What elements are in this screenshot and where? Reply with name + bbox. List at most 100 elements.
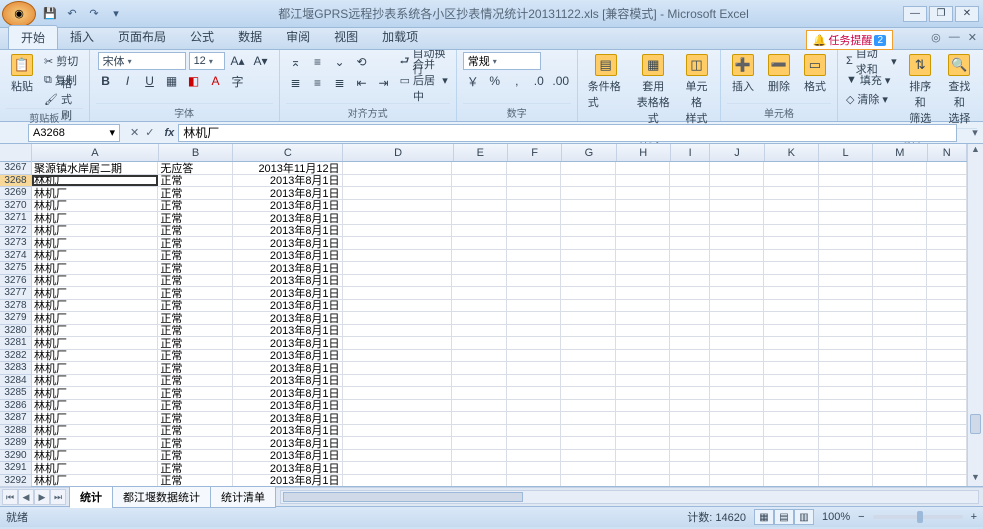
row-header[interactable]: 3268	[0, 175, 31, 188]
cell[interactable]	[507, 462, 561, 474]
qat-more-icon[interactable]: ▾	[108, 6, 124, 22]
cell[interactable]	[927, 225, 967, 237]
ribbon-tab-加载项[interactable]: 加载项	[370, 25, 430, 49]
cell[interactable]	[452, 287, 506, 299]
cell[interactable]: 正常	[158, 287, 232, 299]
cell[interactable]	[927, 175, 967, 187]
cell[interactable]: 2013年8月1日	[233, 225, 343, 237]
cell[interactable]	[710, 275, 764, 287]
cell[interactable]: 2013年8月1日	[233, 412, 343, 424]
cell[interactable]	[764, 262, 818, 274]
column-header-D[interactable]: D	[343, 144, 453, 161]
cell[interactable]	[873, 387, 927, 399]
scroll-down-icon[interactable]: ▼	[968, 472, 983, 486]
cell[interactable]	[343, 337, 453, 349]
cell[interactable]	[819, 212, 873, 224]
row-header[interactable]: 3280	[0, 325, 31, 338]
cell[interactable]	[561, 225, 615, 237]
row-header[interactable]: 3271	[0, 212, 31, 225]
insert-cells-button[interactable]: ➕插入	[727, 52, 759, 96]
cell[interactable]	[616, 400, 670, 412]
cell[interactable]	[819, 275, 873, 287]
cell[interactable]	[507, 225, 561, 237]
cell[interactable]	[764, 200, 818, 212]
column-header-A[interactable]: A	[32, 144, 159, 161]
ribbon-close-icon[interactable]: ✕	[968, 31, 977, 44]
cell[interactable]	[927, 237, 967, 249]
cell[interactable]	[710, 475, 764, 487]
row-header[interactable]: 3267	[0, 162, 31, 175]
cell[interactable]: 2013年8月1日	[233, 387, 343, 399]
cell[interactable]: 正常	[158, 362, 232, 374]
cell[interactable]: 林机厂	[32, 400, 158, 412]
cell[interactable]	[343, 175, 453, 187]
cell[interactable]: 2013年8月1日	[233, 237, 343, 249]
cell[interactable]	[873, 225, 927, 237]
cell[interactable]	[819, 412, 873, 424]
cell[interactable]	[343, 412, 453, 424]
vertical-scrollbar[interactable]: ▲ ▼	[967, 144, 983, 486]
cell[interactable]: 林机厂	[32, 300, 158, 312]
cell[interactable]	[616, 350, 670, 362]
align-left-button[interactable]: ≣	[286, 73, 306, 93]
row-header[interactable]: 3289	[0, 437, 31, 450]
cell[interactable]	[452, 225, 506, 237]
cell[interactable]	[616, 462, 670, 474]
cell[interactable]: 2013年8月1日	[233, 287, 343, 299]
cell[interactable]	[927, 337, 967, 349]
sheet-tab[interactable]: 都江堰数据统计	[112, 486, 211, 508]
expand-formula-bar-icon[interactable]: ▾	[967, 126, 983, 139]
cell[interactable]	[343, 350, 453, 362]
cell[interactable]	[819, 437, 873, 449]
ribbon-minimize-icon[interactable]: —	[949, 31, 960, 44]
cell[interactable]	[616, 437, 670, 449]
column-header-H[interactable]: H	[617, 144, 671, 161]
cell[interactable]: 2013年8月1日	[233, 312, 343, 324]
align-middle-button[interactable]: ≡	[308, 52, 328, 72]
cell[interactable]	[561, 400, 615, 412]
row-header[interactable]: 3292	[0, 475, 31, 488]
cell[interactable]	[452, 387, 506, 399]
cell[interactable]: 林机厂	[32, 275, 158, 287]
cell[interactable]	[616, 425, 670, 437]
cell[interactable]: 正常	[158, 262, 232, 274]
column-header-F[interactable]: F	[508, 144, 562, 161]
cell[interactable]	[710, 237, 764, 249]
cell[interactable]	[927, 262, 967, 274]
cell[interactable]: 2013年8月1日	[233, 437, 343, 449]
phonetic-button[interactable]: 字	[228, 71, 248, 91]
cell[interactable]	[452, 425, 506, 437]
row-header[interactable]: 3282	[0, 350, 31, 363]
cell[interactable]	[616, 212, 670, 224]
cell[interactable]	[343, 200, 453, 212]
cell[interactable]	[764, 212, 818, 224]
cell[interactable]	[561, 312, 615, 324]
cell[interactable]	[670, 350, 710, 362]
cell[interactable]	[343, 375, 453, 387]
cell[interactable]	[927, 412, 967, 424]
cell[interactable]	[507, 337, 561, 349]
cell[interactable]	[670, 175, 710, 187]
cell[interactable]	[670, 250, 710, 262]
column-header-L[interactable]: L	[819, 144, 873, 161]
cell[interactable]	[561, 325, 615, 337]
cell[interactable]	[452, 400, 506, 412]
border-button[interactable]: ▦	[162, 71, 182, 91]
cell[interactable]: 2013年8月1日	[233, 350, 343, 362]
cell[interactable]	[452, 262, 506, 274]
column-header-N[interactable]: N	[928, 144, 967, 161]
cell[interactable]: 2013年8月1日	[233, 212, 343, 224]
cell[interactable]: 林机厂	[32, 337, 158, 349]
cell[interactable]: 2013年8月1日	[233, 250, 343, 262]
cell[interactable]	[507, 375, 561, 387]
cell[interactable]	[561, 450, 615, 462]
cell[interactable]: 2013年8月1日	[233, 400, 343, 412]
cell[interactable]	[507, 175, 561, 187]
cell[interactable]	[343, 237, 453, 249]
cell[interactable]: 林机厂	[32, 312, 158, 324]
page-layout-view-button[interactable]: ▤	[774, 509, 794, 525]
cell[interactable]	[452, 350, 506, 362]
cell[interactable]	[873, 362, 927, 374]
row-header[interactable]: 3270	[0, 200, 31, 213]
cell[interactable]	[819, 162, 873, 174]
